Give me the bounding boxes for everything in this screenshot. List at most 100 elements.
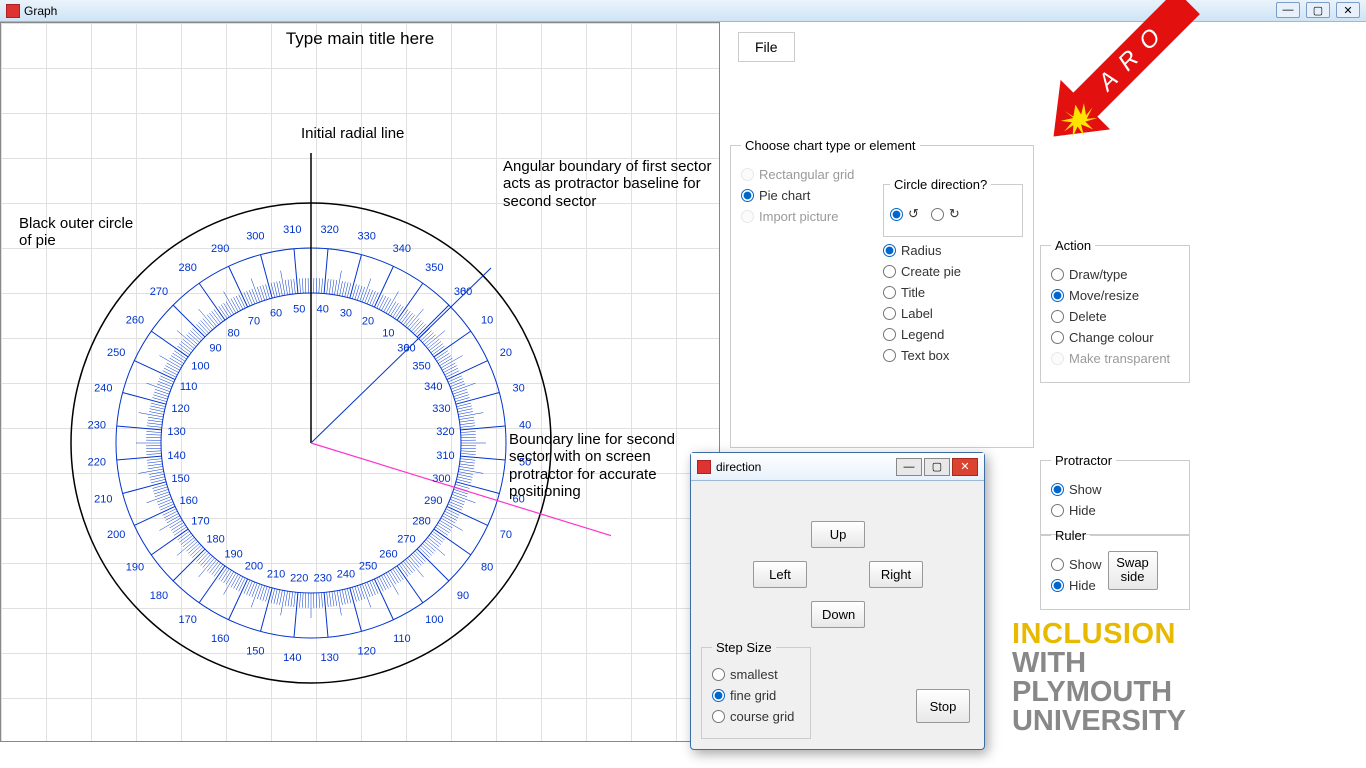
svg-text:110: 110 bbox=[180, 381, 198, 393]
cw-icon: ↻ bbox=[949, 206, 960, 222]
radio-delete[interactable]: Delete bbox=[1051, 309, 1179, 324]
svg-text:350: 350 bbox=[412, 361, 430, 373]
svg-text:ARO: ARO bbox=[1092, 15, 1175, 98]
svg-text:350: 350 bbox=[425, 262, 443, 274]
branding-logo: INCLUSION WITH PLYMOUTH UNIVERSITY bbox=[1012, 620, 1186, 736]
radio-radius[interactable]: Radius bbox=[883, 243, 1023, 258]
svg-text:300: 300 bbox=[246, 230, 264, 242]
radio-transparent[interactable]: Make transparent bbox=[1051, 351, 1179, 366]
radio-legend-item[interactable]: Legend bbox=[883, 327, 1023, 342]
svg-text:50: 50 bbox=[293, 304, 305, 316]
svg-text:220: 220 bbox=[290, 572, 308, 584]
dialog-maximize-button[interactable]: ▢ bbox=[924, 458, 950, 476]
svg-text:100: 100 bbox=[425, 614, 443, 626]
svg-text:150: 150 bbox=[246, 646, 264, 658]
radio-ruler-hide[interactable]: Hide bbox=[1051, 578, 1102, 593]
radio-import-picture[interactable]: Import picture bbox=[741, 209, 871, 224]
dialog-minimize-button[interactable]: — bbox=[896, 458, 922, 476]
step-size-group: Step Size smallest fine grid course grid bbox=[701, 640, 811, 739]
close-button[interactable]: ✕ bbox=[1336, 2, 1360, 18]
svg-text:70: 70 bbox=[248, 316, 260, 328]
svg-text:270: 270 bbox=[397, 533, 415, 545]
annot-angular: Angular boundary of first sector acts as… bbox=[503, 158, 713, 210]
radio-rect-grid[interactable]: Rectangular grid bbox=[741, 167, 871, 182]
svg-text:260: 260 bbox=[379, 549, 397, 561]
radio-pie-chart[interactable]: Pie chart bbox=[741, 188, 871, 203]
svg-text:260: 260 bbox=[126, 315, 144, 327]
down-button[interactable]: Down bbox=[811, 601, 865, 628]
svg-text:80: 80 bbox=[227, 327, 239, 339]
svg-text:290: 290 bbox=[424, 495, 442, 507]
circle-direction-group: Circle direction? ↺ ↻ bbox=[883, 177, 1023, 237]
radio-textbox[interactable]: Text box bbox=[883, 348, 1023, 363]
svg-text:360: 360 bbox=[454, 286, 472, 298]
radio-move[interactable]: Move/resize bbox=[1051, 288, 1179, 303]
maximize-button[interactable]: ▢ bbox=[1306, 2, 1330, 18]
svg-text:330: 330 bbox=[432, 403, 450, 415]
left-button[interactable]: Left bbox=[753, 561, 807, 588]
svg-text:190: 190 bbox=[224, 549, 242, 561]
svg-text:140: 140 bbox=[167, 450, 185, 462]
radio-change-colour[interactable]: Change colour bbox=[1051, 330, 1179, 345]
svg-text:240: 240 bbox=[94, 382, 112, 394]
svg-text:320: 320 bbox=[436, 426, 454, 438]
svg-text:160: 160 bbox=[211, 633, 229, 645]
svg-text:100: 100 bbox=[191, 361, 209, 373]
radio-prot-hide[interactable]: Hide bbox=[1051, 503, 1179, 518]
svg-text:120: 120 bbox=[357, 646, 375, 658]
protractor-group: Protractor Show Hide bbox=[1040, 453, 1190, 535]
file-menu-button[interactable]: File bbox=[738, 32, 795, 62]
radio-course[interactable]: course grid bbox=[712, 709, 800, 724]
radio-ruler-show[interactable]: Show bbox=[1051, 557, 1102, 572]
svg-text:230: 230 bbox=[314, 572, 332, 584]
radio-create-pie[interactable]: Create pie bbox=[883, 264, 1023, 279]
svg-text:60: 60 bbox=[270, 308, 282, 320]
svg-text:20: 20 bbox=[362, 316, 374, 328]
radio-draw[interactable]: Draw/type bbox=[1051, 267, 1179, 282]
svg-text:280: 280 bbox=[179, 262, 197, 274]
annot-initial: Initial radial line bbox=[301, 125, 404, 142]
svg-text:320: 320 bbox=[321, 224, 339, 236]
stop-button[interactable]: Stop bbox=[916, 689, 970, 723]
svg-text:10: 10 bbox=[382, 327, 394, 339]
svg-text:340: 340 bbox=[393, 243, 411, 255]
svg-text:210: 210 bbox=[94, 494, 112, 506]
svg-text:290: 290 bbox=[211, 243, 229, 255]
chart-title[interactable]: Type main title here bbox=[1, 29, 719, 49]
app-icon bbox=[6, 4, 20, 18]
radio-smallest[interactable]: smallest bbox=[712, 667, 800, 682]
dialog-close-button[interactable]: ✕ bbox=[952, 458, 978, 476]
svg-text:150: 150 bbox=[171, 473, 189, 485]
up-button[interactable]: Up bbox=[811, 521, 865, 548]
svg-text:310: 310 bbox=[436, 450, 454, 462]
direction-dialog[interactable]: direction — ▢ ✕ Up Left Right Down Step … bbox=[690, 452, 985, 750]
svg-text:160: 160 bbox=[179, 495, 197, 507]
window-title: Graph bbox=[24, 4, 57, 18]
branding-line3: PLYMOUTH bbox=[1012, 678, 1186, 707]
branding-line2: WITH bbox=[1012, 649, 1186, 678]
radio-label[interactable]: Label bbox=[883, 306, 1023, 321]
svg-text:200: 200 bbox=[107, 529, 125, 541]
right-button[interactable]: Right bbox=[869, 561, 923, 588]
ruler-group: Ruler Show Hide Swap side bbox=[1040, 528, 1190, 610]
svg-text:170: 170 bbox=[191, 515, 209, 527]
dialog-titlebar[interactable]: direction — ▢ ✕ bbox=[691, 453, 984, 481]
svg-text:120: 120 bbox=[171, 403, 189, 415]
svg-text:200: 200 bbox=[245, 560, 263, 572]
radio-title[interactable]: Title bbox=[883, 285, 1023, 300]
svg-text:40: 40 bbox=[519, 419, 531, 431]
svg-text:210: 210 bbox=[267, 568, 285, 580]
svg-text:220: 220 bbox=[88, 457, 106, 469]
radio-prot-show[interactable]: Show bbox=[1051, 482, 1179, 497]
chart-canvas[interactable]: Type main title here 0102030405060708090… bbox=[0, 22, 720, 742]
swap-side-button[interactable]: Swap side bbox=[1108, 551, 1158, 590]
svg-text:20: 20 bbox=[500, 347, 512, 359]
radio-fine[interactable]: fine grid bbox=[712, 688, 800, 703]
svg-text:300: 300 bbox=[432, 473, 450, 485]
svg-text:280: 280 bbox=[412, 515, 430, 527]
radio-cw[interactable]: ↻ bbox=[931, 206, 960, 222]
annot-outer: Black outer circle of pie bbox=[19, 215, 149, 250]
svg-text:340: 340 bbox=[424, 381, 442, 393]
radio-ccw[interactable]: ↺ bbox=[890, 206, 919, 222]
minimize-button[interactable]: — bbox=[1276, 2, 1300, 18]
